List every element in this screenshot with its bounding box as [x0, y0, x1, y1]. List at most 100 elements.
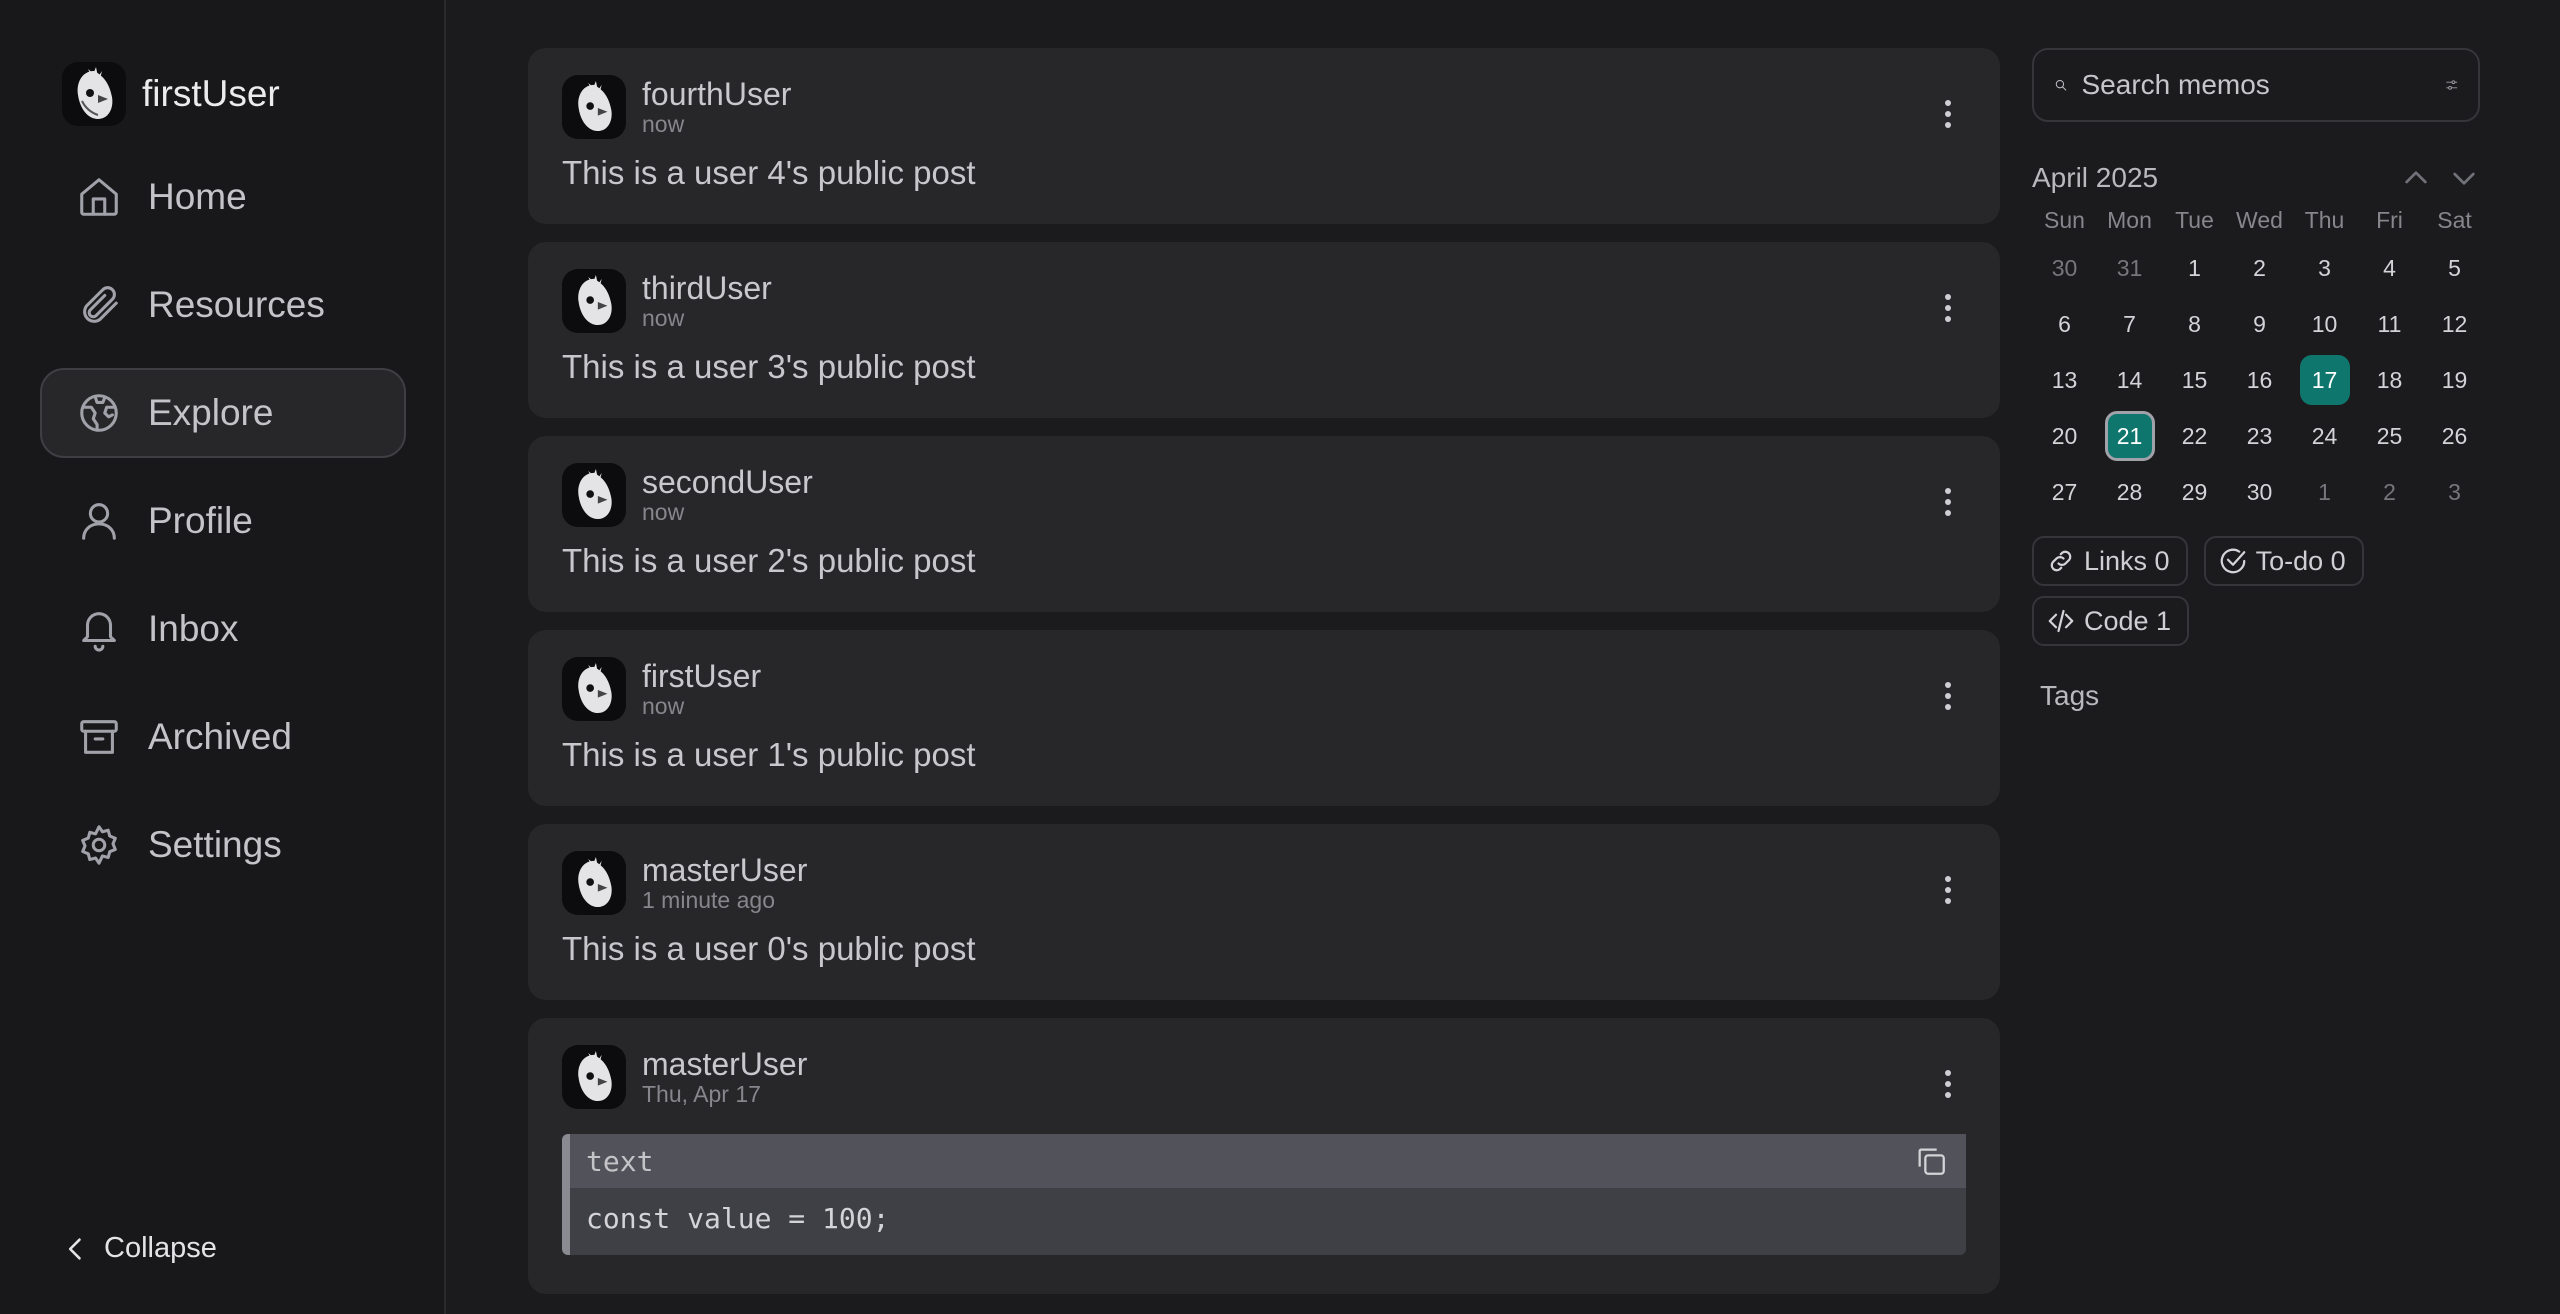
calendar-day[interactable]: 29 [2170, 467, 2220, 517]
search-input[interactable] [2079, 68, 2445, 102]
weekday-label: Thu [2304, 207, 2345, 233]
calendar-day[interactable]: 3 [2300, 243, 2350, 293]
nav-item-settings[interactable]: Settings [40, 800, 406, 890]
calendar-day[interactable]: 15 [2170, 355, 2220, 405]
archive-icon [80, 720, 118, 754]
memo-card: firstUser now This is a user 1's public … [528, 630, 2000, 806]
calendar-day[interactable]: 2 [2235, 243, 2285, 293]
calendar-day[interactable]: 23 [2235, 411, 2285, 461]
avatar[interactable] [562, 269, 626, 333]
nav-item-label: Home [148, 176, 247, 217]
memo-time: now [642, 111, 685, 137]
calendar-day-today[interactable]: 21 [2104, 411, 2155, 461]
avatar[interactable] [562, 657, 626, 721]
dot-icon [1945, 1081, 1951, 1087]
calendar-day[interactable]: 3 [2430, 467, 2480, 517]
calendar-day[interactable]: 7 [2105, 299, 2155, 349]
calendar-day[interactable]: 4 [2365, 243, 2415, 293]
collapse-label: Collapse [104, 1232, 217, 1264]
nav-item-profile[interactable]: Profile [40, 476, 406, 566]
more-options-button[interactable] [1934, 870, 1962, 910]
calendar-day[interactable]: 26 [2430, 411, 2480, 461]
calendar-day[interactable]: 13 [2040, 355, 2090, 405]
dot-icon [1945, 693, 1951, 699]
more-options-button[interactable] [1934, 94, 1962, 134]
memo-author[interactable]: thirdUser [642, 271, 772, 305]
calendar-day[interactable]: 16 [2235, 355, 2285, 405]
calendar-day[interactable]: 24 [2300, 411, 2350, 461]
calendar-day[interactable]: 25 [2365, 411, 2415, 461]
memo-author[interactable]: firstUser [642, 659, 761, 693]
calendar-weekdays: Sun Mon Tue Wed Thu Fri Sat [2032, 200, 2480, 240]
nav-item-explore[interactable]: Explore [40, 368, 406, 458]
avatar-bird-icon [578, 275, 612, 326]
nav-item-label: Profile [148, 500, 253, 541]
nav-item-resources[interactable]: Resources [40, 260, 406, 350]
more-options-button[interactable] [1934, 288, 1962, 328]
calendar-day[interactable]: 9 [2235, 299, 2285, 349]
calendar-day[interactable]: 28 [2105, 467, 2155, 517]
avatar [62, 62, 126, 126]
memo-time: 1 minute ago [642, 887, 775, 913]
avatar[interactable] [562, 463, 626, 527]
more-options-button[interactable] [1934, 676, 1962, 716]
memo-time: now [642, 305, 685, 331]
links-count: Links 0 [2084, 545, 2170, 576]
calendar-day[interactable]: 30 [2040, 243, 2090, 293]
avatar[interactable] [562, 851, 626, 915]
filter-settings-icon[interactable] [2445, 70, 2459, 100]
calendar-day[interactable]: 31 [2105, 243, 2155, 293]
calendar-day[interactable]: 30 [2235, 467, 2285, 517]
calendar-day[interactable]: 19 [2430, 355, 2480, 405]
todo-count: To-do 0 [2255, 545, 2346, 576]
calendar-day[interactable]: 6 [2040, 299, 2090, 349]
memo-card: thirdUser now This is a user 3's public … [528, 242, 2000, 418]
chevron-down-icon[interactable] [2448, 162, 2480, 194]
calendar-day[interactable]: 8 [2170, 299, 2220, 349]
memo-header: masterUser 1 minute ago [562, 850, 1966, 916]
code-filter-chip[interactable]: Code 1 [2032, 596, 2190, 646]
dot-icon [1945, 294, 1951, 300]
calendar-month: April 2025 [2032, 162, 2159, 193]
dot-icon [1945, 499, 1951, 505]
calendar-week: 30 31 1 2 3 4 5 [2032, 240, 2480, 296]
memo-card: masterUser 1 minute ago This is a user 0… [528, 824, 2000, 1000]
search-icon [2055, 79, 2067, 91]
avatar[interactable] [562, 1045, 626, 1109]
memo-meta: fourthUser now [642, 77, 791, 137]
calendar-day[interactable]: 10 [2300, 299, 2350, 349]
calendar-day[interactable]: 2 [2365, 467, 2415, 517]
collapse-button[interactable]: Collapse [62, 1232, 217, 1265]
calendar-day[interactable]: 12 [2430, 299, 2480, 349]
calendar-day[interactable]: 22 [2170, 411, 2220, 461]
memo-header: masterUser Thu, Apr 17 [562, 1044, 1966, 1110]
calendar-day[interactable]: 20 [2040, 411, 2090, 461]
more-options-button[interactable] [1934, 482, 1962, 522]
links-filter-chip[interactable]: Links 0 [2032, 536, 2188, 586]
calendar-day[interactable]: 5 [2430, 243, 2480, 293]
more-options-button[interactable] [1934, 1064, 1962, 1104]
copy-icon[interactable] [1914, 1144, 1948, 1178]
calendar-day[interactable]: 1 [2300, 467, 2350, 517]
calendar-day[interactable]: 18 [2365, 355, 2415, 405]
memo-author[interactable]: masterUser [642, 853, 807, 887]
nav-item-inbox[interactable]: Inbox [40, 584, 406, 674]
memo-content: This is a user 0's public post [562, 930, 976, 967]
calendar-day[interactable]: 1 [2170, 243, 2220, 293]
calendar-day-selected[interactable]: 17 [2299, 355, 2350, 405]
nav-item-home[interactable]: Home [40, 152, 406, 242]
calendar-day[interactable]: 27 [2040, 467, 2090, 517]
memo-author[interactable]: secondUser [642, 465, 813, 499]
user-icon [82, 503, 116, 540]
memo-time: Thu, Apr 17 [642, 1081, 761, 1107]
memo-author[interactable]: fourthUser [642, 77, 791, 111]
dot-icon [1945, 898, 1951, 904]
todo-filter-chip[interactable]: To-do 0 [2203, 536, 2364, 586]
chevron-up-icon[interactable] [2400, 162, 2432, 194]
calendar-day[interactable]: 14 [2105, 355, 2155, 405]
memo-author[interactable]: masterUser [642, 1047, 807, 1081]
nav-item-archived[interactable]: Archived [40, 692, 406, 782]
calendar-day[interactable]: 11 [2365, 299, 2415, 349]
avatar[interactable] [562, 75, 626, 139]
user-brand[interactable]: firstUser [62, 62, 280, 126]
